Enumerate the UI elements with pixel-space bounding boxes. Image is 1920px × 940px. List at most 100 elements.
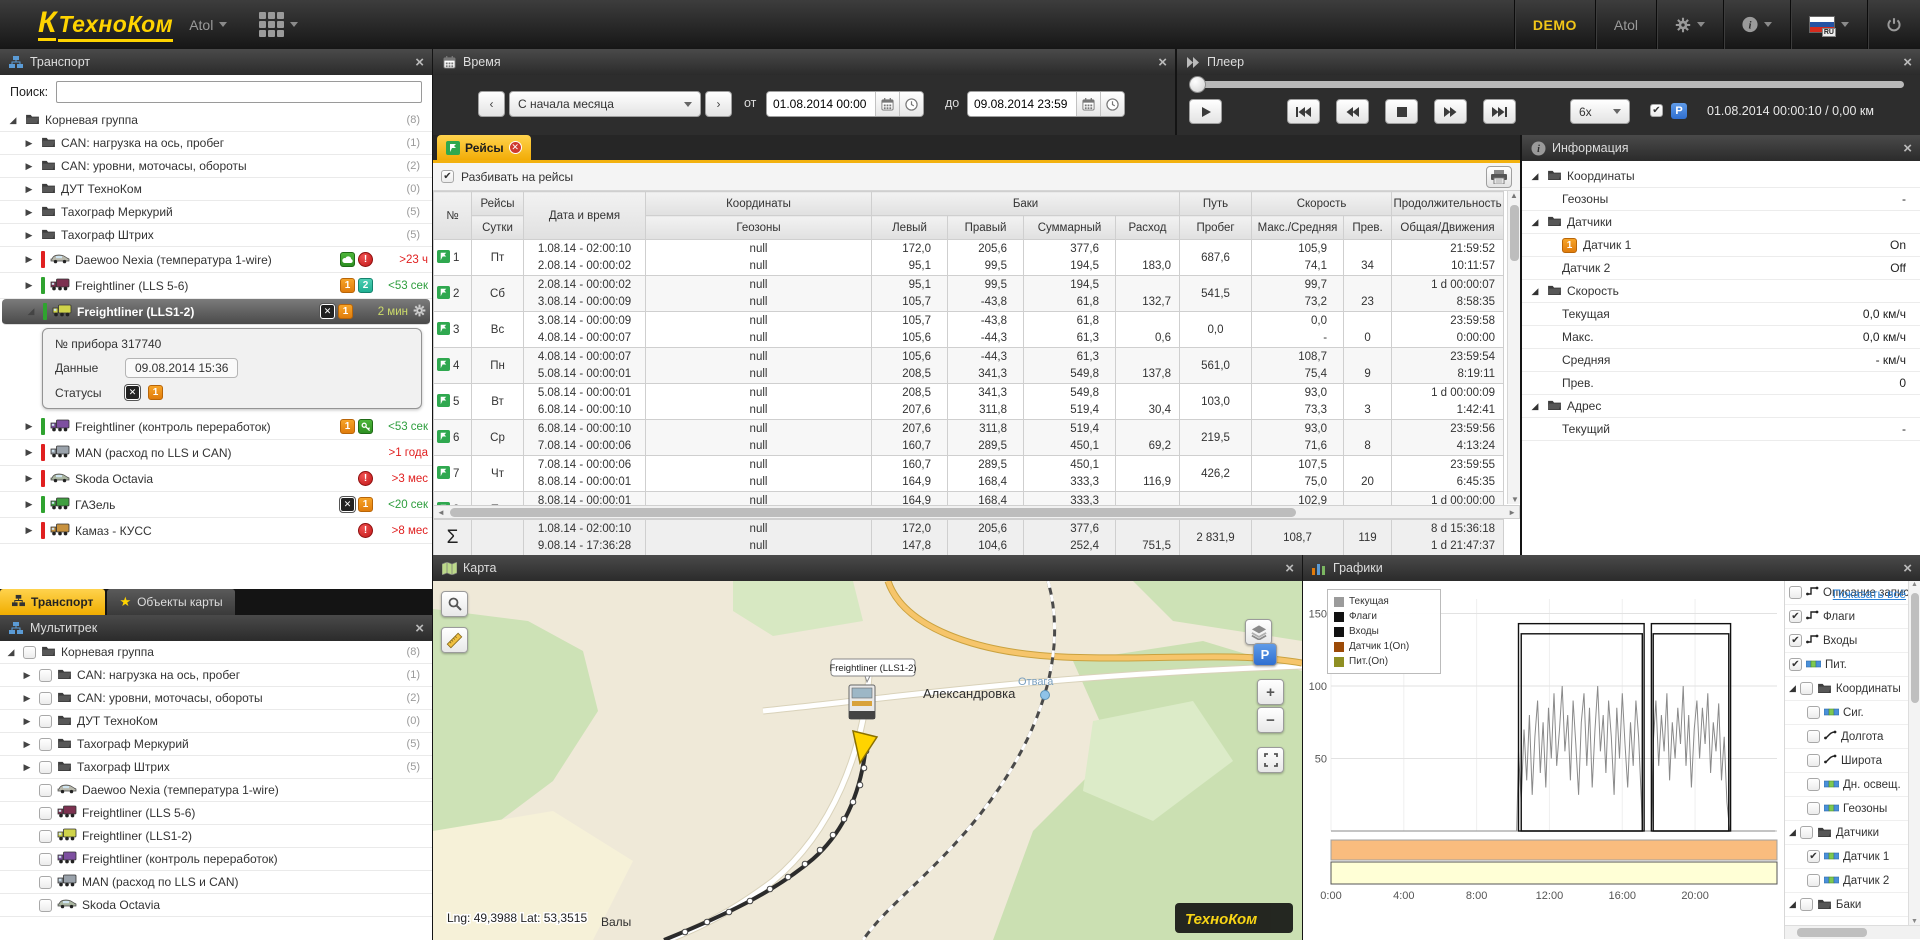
rewind-button[interactable] <box>1336 99 1369 124</box>
row-checkbox[interactable] <box>39 692 52 705</box>
logout-button[interactable] <box>1867 0 1920 49</box>
map-fullscreen-button[interactable] <box>1257 747 1284 773</box>
calendar-icon[interactable] <box>1076 92 1100 116</box>
series-checkbox[interactable] <box>1807 730 1820 743</box>
col-geozones[interactable]: Геозоны <box>646 216 872 240</box>
map-canvas[interactable]: Александровка Отвага Валы Freightliner (… <box>433 581 1302 940</box>
row-checkbox[interactable] <box>39 830 52 843</box>
expander-icon[interactable]: ◢ <box>1528 286 1542 297</box>
scroll-right-arrow[interactable]: ► <box>1508 506 1516 520</box>
series-checkbox[interactable]: ✔ <box>1807 850 1820 863</box>
map-layers-button[interactable] <box>1245 619 1272 645</box>
series-row[interactable]: Датчик 2 <box>1785 869 1920 893</box>
series-checkbox[interactable] <box>1807 706 1820 719</box>
col-max-avg[interactable]: Макс./Средняя <box>1252 216 1344 240</box>
col-mileage[interactable]: Пробег <box>1180 216 1252 240</box>
stop-button[interactable] <box>1385 99 1418 124</box>
expander-icon[interactable]: ◢ <box>1528 401 1542 412</box>
next-period-button[interactable]: › <box>705 91 732 117</box>
expander-icon[interactable]: ▶ <box>20 762 34 773</box>
tree-group-row[interactable]: ▶Тахограф Меркурий(5) <box>0 201 432 224</box>
trips-table-scroll-area[interactable]: №РейсыДата и времяКоординатыБакиПутьСкор… <box>433 191 1520 505</box>
col-num[interactable]: № <box>434 192 472 240</box>
player-timeline-slider[interactable] <box>1191 81 1904 88</box>
series-row[interactable]: ✔Датчик 1 <box>1785 845 1920 869</box>
expander-icon[interactable]: ◢ <box>1528 171 1542 182</box>
search-input[interactable] <box>56 81 422 103</box>
close-icon[interactable]: × <box>1903 55 1912 70</box>
apps-menu[interactable] <box>243 0 314 49</box>
expander-icon[interactable]: ◢ <box>1789 683 1796 694</box>
playback-speed-select[interactable]: 6x <box>1570 99 1630 124</box>
col-exceed[interactable]: Прев. <box>1344 216 1392 240</box>
row-checkbox[interactable] <box>39 899 52 912</box>
expander-icon[interactable]: ▶ <box>22 161 36 172</box>
row-checkbox[interactable] <box>23 646 36 659</box>
expander-icon[interactable]: ▶ <box>20 693 34 704</box>
tree-group-row[interactable]: ▶ДУТ ТехноКом(0) <box>0 710 432 733</box>
clock-icon[interactable] <box>1100 92 1124 116</box>
series-row[interactable]: ◢Баки <box>1785 893 1920 917</box>
expander-icon[interactable]: ◢ <box>6 115 20 126</box>
series-row[interactable]: Дн. освещ. <box>1785 773 1920 797</box>
series-checkbox[interactable] <box>1807 778 1820 791</box>
expander-icon[interactable]: ◢ <box>1789 899 1796 910</box>
scrollbar-thumb[interactable] <box>450 508 1296 517</box>
close-icon[interactable]: × <box>415 621 424 636</box>
prev-period-button[interactable]: ‹ <box>478 91 505 117</box>
expander-icon[interactable]: ◢ <box>24 306 38 317</box>
tree-vehicle-row[interactable]: ▶ГАЗель✕1<20 сек <box>0 492 432 518</box>
language-menu[interactable]: RU <box>1790 0 1867 49</box>
col-total-moving[interactable]: Общая/Движения <box>1392 216 1504 240</box>
tree-vehicle-row[interactable]: Freightliner (контроль переработок) <box>0 848 432 871</box>
series-checkbox[interactable]: ✔ <box>1789 658 1802 671</box>
col-datetime[interactable]: Дата и время <box>524 192 646 240</box>
tree-vehicle-row[interactable]: ◢Freightliner (LLS1-2)✕12 мин <box>2 299 430 325</box>
player-slider-handle[interactable] <box>1189 76 1206 93</box>
gear-icon[interactable] <box>413 304 426 320</box>
expander-icon[interactable]: ▶ <box>22 207 36 218</box>
map-zoom-out-button[interactable]: − <box>1257 707 1284 733</box>
data-timestamp[interactable]: 09.08.2014 15:36 <box>125 358 238 378</box>
col-duration[interactable]: Продолжительность <box>1392 192 1504 216</box>
expander-icon[interactable]: ▶ <box>22 280 36 291</box>
row-checkbox[interactable] <box>39 761 52 774</box>
row-checkbox[interactable] <box>39 853 52 866</box>
info-section[interactable]: ◢Адрес <box>1522 395 1920 418</box>
app-logo[interactable]: К ТехноКом <box>38 8 173 42</box>
row-checkbox[interactable] <box>39 738 52 751</box>
close-icon[interactable]: × <box>1903 561 1912 576</box>
expander-icon[interactable]: ▶ <box>22 254 36 265</box>
col-path[interactable]: Путь <box>1180 192 1252 216</box>
tree-vehicle-row[interactable]: ▶Freightliner (LLS 5-6)12<53 сек <box>0 273 432 299</box>
close-icon[interactable]: × <box>1903 141 1912 156</box>
account-menu[interactable]: Atol <box>173 0 243 49</box>
col-sum-tank[interactable]: Суммарный <box>1024 216 1116 240</box>
expander-icon[interactable]: ▶ <box>22 421 36 432</box>
series-checkbox[interactable] <box>1800 826 1813 839</box>
series-horizontal-scrollbar[interactable] <box>1785 925 1920 939</box>
trips-vertical-scrollbar[interactable]: ▲▼ <box>1507 191 1520 504</box>
tab-map-objects[interactable]: ★Объекты карты <box>107 589 234 615</box>
expander-icon[interactable]: ▶ <box>20 739 34 750</box>
clock-icon[interactable] <box>899 92 923 116</box>
col-speed[interactable]: Скорость <box>1252 192 1392 216</box>
tab-transport[interactable]: Транспорт <box>0 589 105 615</box>
series-checkbox[interactable] <box>1807 802 1820 815</box>
tree-vehicle-row[interactable]: ▶MAN (расход по LLS и CAN)>1 года <box>0 440 432 466</box>
tree-vehicle-row[interactable]: Freightliner (LLS1-2) <box>0 825 432 848</box>
trip-row[interactable]: 8Пт8.08.14 - 00:00:01null164,9168,4333,3… <box>434 492 1504 506</box>
user-label[interactable]: Atol <box>1595 0 1656 49</box>
row-checkbox[interactable] <box>39 784 52 797</box>
map-measure-button[interactable] <box>441 627 468 653</box>
tree-group-row[interactable]: ◢Корневая группа(8) <box>0 109 432 132</box>
trip-row[interactable]: 7Чт7.08.14 - 00:00:068.08.14 - 00:00:01n… <box>434 456 1504 492</box>
expander-icon[interactable]: ▶ <box>22 447 36 458</box>
follow-checkbox[interactable]: ✔ <box>1650 104 1663 117</box>
series-checkbox[interactable] <box>1789 586 1802 599</box>
col-trips[interactable]: Рейсы <box>472 192 524 216</box>
map-search-button[interactable] <box>441 591 468 617</box>
expander-icon[interactable]: ▶ <box>22 473 36 484</box>
tree-group-row[interactable]: ▶ДУТ ТехноКом(0) <box>0 178 432 201</box>
skip-start-button[interactable] <box>1287 99 1320 124</box>
